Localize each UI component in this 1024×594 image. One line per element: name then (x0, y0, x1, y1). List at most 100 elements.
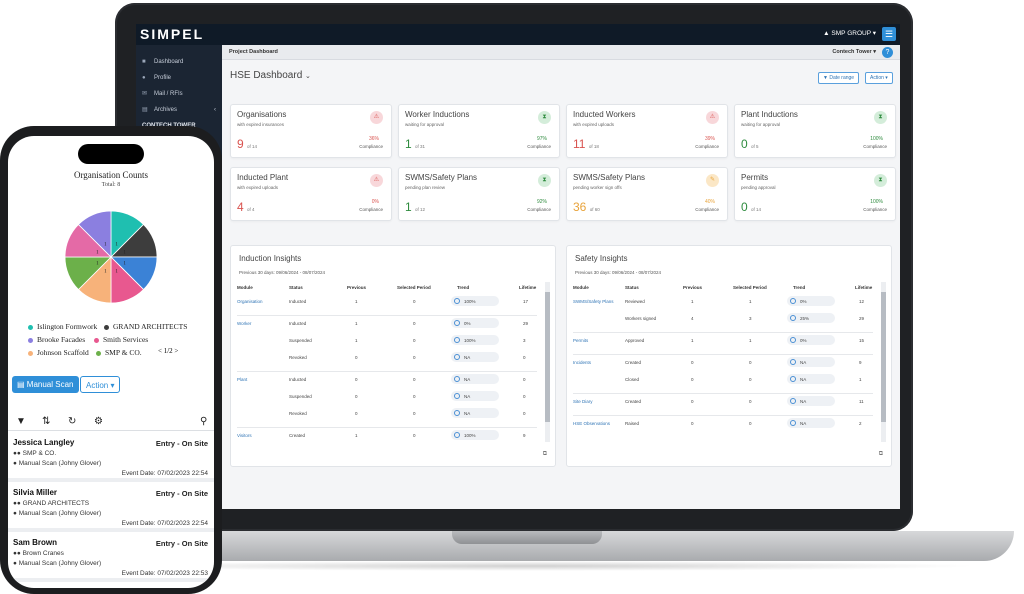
clock-icon (454, 320, 460, 326)
hourglass-icon: ⧗ (874, 174, 887, 187)
kpi-card[interactable]: Plant Inductions waiting for approval 0 of… (734, 104, 896, 158)
selected-cell: 0 (413, 355, 416, 360)
main-content: Project Dashboard Contech Tower ▾ ? HSE … (222, 45, 900, 509)
manual-scan-label: Manual Scan (26, 380, 74, 389)
chevron-down-icon: ⌄ (305, 73, 311, 80)
sidebar-item-profile[interactable]: ● Profile (136, 71, 222, 85)
kpi-value-row: 1 of 31 (405, 137, 425, 151)
copy-icon[interactable]: ⧉ (543, 451, 547, 458)
phone-action-button[interactable]: Action ▾ (80, 376, 121, 393)
lifetime-cell: 0 (523, 411, 526, 416)
column-header: Module (237, 285, 253, 290)
scrollbar[interactable] (881, 282, 886, 442)
kpi-card[interactable]: Worker Inductions waiting for approval 1 o… (398, 104, 560, 158)
gear-icon[interactable]: ⚙ (94, 416, 103, 427)
list-item[interactable]: Silvia Miller Entry - On Site ●● GRAND ARC… (8, 484, 214, 532)
panel-title: Safety Insights (575, 254, 628, 263)
table-row: SWMS/Safety Plans Reviewed 1 1 0% 12 (573, 293, 883, 310)
date-range-button[interactable]: ▼ Date range (818, 72, 860, 84)
kpi-card[interactable]: SWMS/Safety Plans pending plan review 1 of… (398, 167, 560, 221)
sidebar-item-label: Profile (154, 75, 172, 81)
page-title[interactable]: HSE Dashboard ⌄ (230, 70, 311, 81)
legend-pager[interactable]: < 1/2 > (158, 347, 178, 355)
module-link[interactable]: Organisation (237, 299, 263, 304)
previous-cell: 1 (355, 299, 358, 304)
refresh-icon[interactable]: ↻ (68, 416, 76, 427)
users-icon: ●● (13, 450, 21, 457)
kpi-value: 11 (573, 137, 586, 151)
project-selector[interactable]: Contech Tower ▾ (832, 49, 876, 55)
table-row: Plant Inducted 0 0 NA 0 (237, 371, 547, 388)
kpi-card[interactable]: Inducted Plant with expired uploads 4 of 4… (230, 167, 392, 221)
column-header: Lifetime (519, 285, 537, 290)
sidebar-item-mail[interactable]: ✉ Mail / RFIs (136, 87, 222, 101)
legend-item[interactable]: Smith Services (94, 335, 148, 344)
module-link[interactable]: Site Diary (573, 399, 593, 404)
previous-cell: 0 (355, 377, 358, 382)
kpi-total: of 5 (751, 144, 759, 149)
module-link[interactable]: Worker (237, 321, 251, 326)
trend-value: NA (464, 393, 471, 399)
action-button[interactable]: Action ▾ (865, 72, 893, 84)
group-selector[interactable]: ▲ SMP GROUP ▾ (823, 29, 876, 37)
clock-icon (454, 410, 460, 416)
list-item[interactable]: Jessica Langley Entry - On Site ●● SMP & C… (8, 434, 214, 482)
help-icon[interactable]: ? (882, 47, 893, 58)
kpi-compliance-label: Compliance (863, 144, 887, 149)
sort-icon[interactable]: ⇅ (42, 416, 50, 427)
previous-cell: 4 (691, 316, 694, 321)
kpi-percent: 39% (704, 136, 715, 142)
lifetime-cell: 17 (523, 299, 529, 304)
module-link[interactable]: HSE Observations (573, 421, 610, 426)
sidebar-item-archives[interactable]: ▤ Archives ‹ (136, 103, 222, 117)
sidebar-item-dashboard[interactable]: ■ Dashboard (136, 55, 222, 69)
manual-scan-button[interactable]: ▤ Manual Scan (12, 376, 79, 393)
legend-item[interactable]: GRAND ARCHITECTS (104, 322, 187, 331)
list-item[interactable]: Sam Brown Entry - On Site ●● Brown Cranes ●… (8, 534, 214, 582)
kpi-total: of 18 (588, 144, 599, 149)
trend-value: 100% (464, 432, 476, 438)
module-link[interactable]: Plant (237, 377, 247, 382)
trend-value: NA (800, 420, 807, 426)
legend-item[interactable]: Johnson Scaffold (28, 348, 89, 357)
selected-cell: 0 (413, 321, 416, 326)
module-link[interactable]: Incidents (573, 360, 591, 365)
column-header: Trend (457, 285, 470, 290)
kpi-card[interactable]: Organisations with expired insurances 9 of… (230, 104, 392, 158)
table-row: Incidents Created 0 0 NA 9 (573, 354, 883, 371)
legend-swatch (104, 324, 109, 330)
legend-label: GRAND ARCHITECTS (113, 322, 188, 331)
previous-cell: 1 (691, 299, 694, 304)
legend-item[interactable]: Islington Formwork (28, 322, 97, 331)
clock-icon (454, 298, 460, 304)
status-cell: Closed (625, 377, 640, 382)
module-link[interactable]: Visitors (237, 433, 252, 438)
kpi-compliance-label: Compliance (695, 144, 719, 149)
scrollbar[interactable] (545, 282, 550, 442)
row-divider (237, 427, 537, 428)
hamburger-icon[interactable]: ☰ (882, 27, 896, 41)
module-link[interactable]: Permits (573, 338, 588, 343)
lifetime-cell: 0 (523, 394, 526, 399)
kpi-card[interactable]: Inducted Workers with expired uploads 11 o… (566, 104, 728, 158)
module-link[interactable]: SWMS/Safety Plans (573, 299, 614, 304)
trend-pill: 0% (787, 335, 835, 345)
location-pin-icon: ● (13, 460, 17, 467)
users-icon: ●● (13, 500, 21, 507)
row-divider (573, 354, 873, 355)
user-icon: ● (142, 75, 146, 81)
trend-value: NA (800, 398, 807, 404)
lifetime-cell: 1 (859, 377, 862, 382)
search-icon[interactable]: ⚲ (200, 416, 207, 427)
breadcrumb-bar: Project Dashboard Contech Tower ▾ ? (222, 45, 900, 60)
kpi-value-row: 36 of 60 (573, 200, 600, 214)
column-header: Selected Period (397, 285, 431, 290)
copy-icon[interactable]: ⧉ (879, 451, 883, 458)
legend-item[interactable]: SMP & CO. (96, 348, 142, 357)
filter-icon[interactable]: ▼ (16, 416, 26, 427)
kpi-card[interactable]: SWMS/Safety Plans pending worker sign off… (566, 167, 728, 221)
legend-item[interactable]: Brooke Facades (28, 335, 85, 344)
app-logo: SIMPEL (140, 26, 205, 42)
status-cell: Suspended (289, 394, 312, 399)
kpi-card[interactable]: Permits pending approval 0 of 14 100% Compli… (734, 167, 896, 221)
